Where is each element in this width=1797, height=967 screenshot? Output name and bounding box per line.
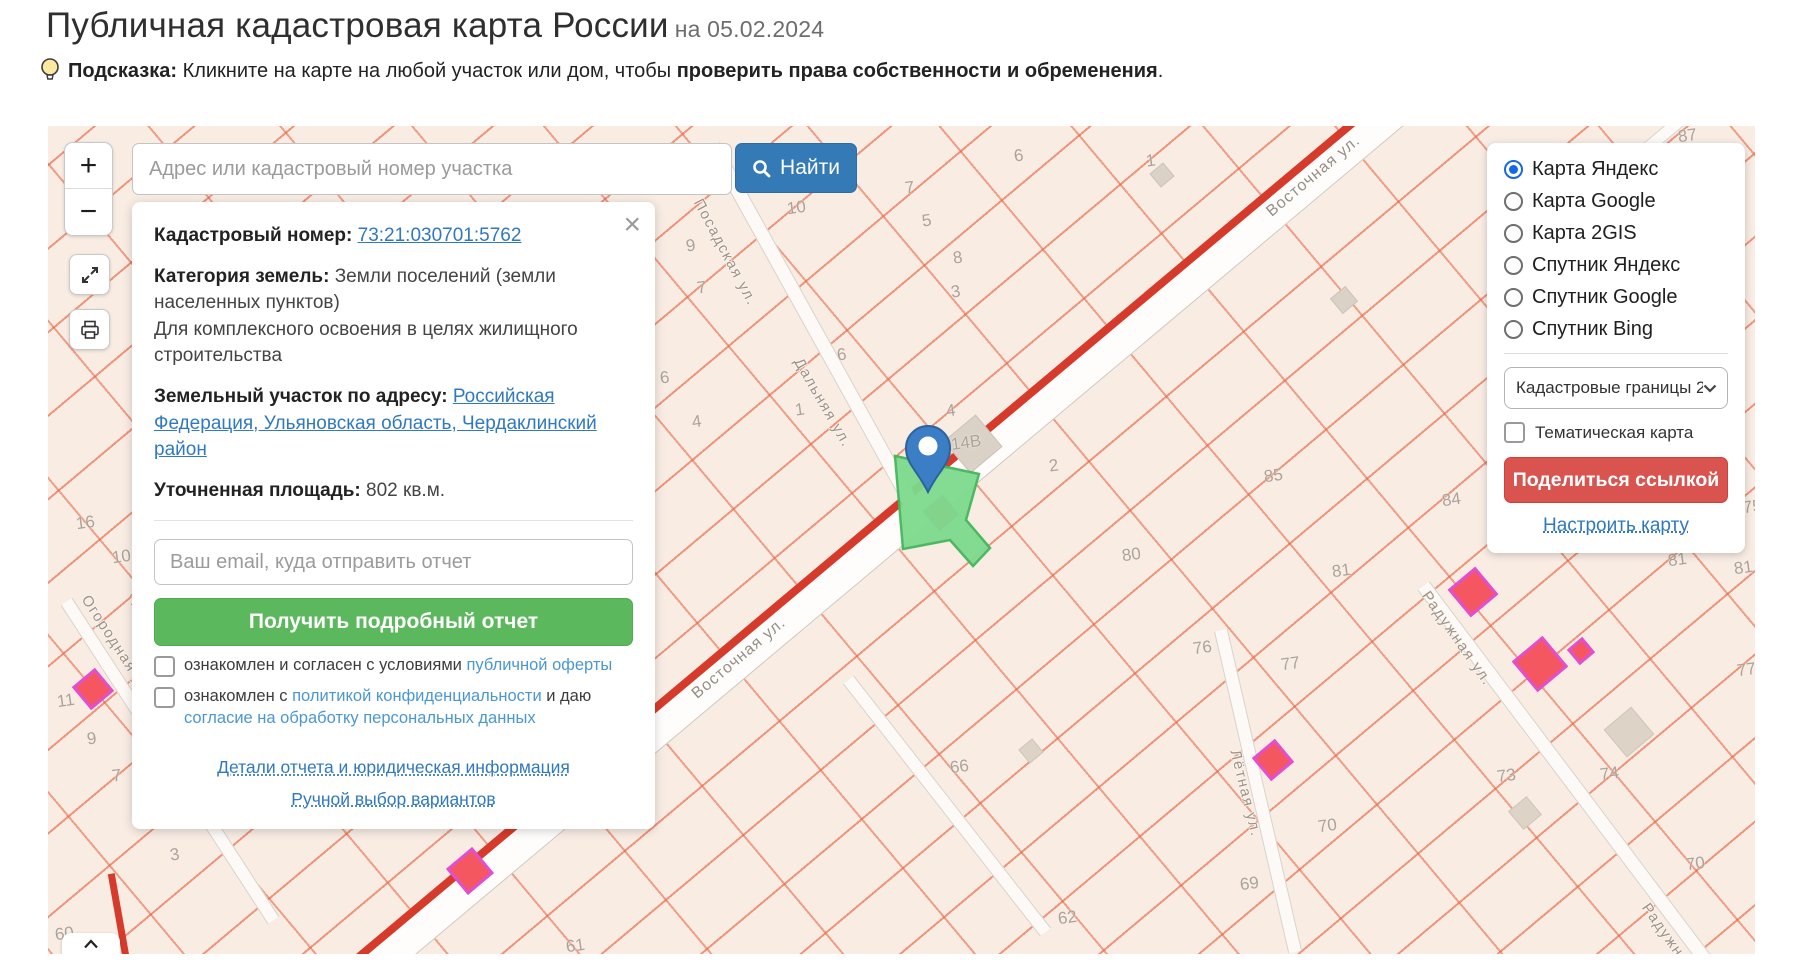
panel-footer: Настроить карту — [1504, 515, 1728, 537]
cadastral-number-row: Кадастровый номер: 73:21:030701:5762 — [154, 225, 522, 246]
manual-select-link[interactable]: Ручной выбор вариантов — [291, 787, 495, 812]
email-field[interactable] — [154, 539, 633, 586]
expand-icon — [81, 266, 98, 283]
basemap-option-спутник-bing[interactable]: Спутник Bing — [1504, 318, 1728, 341]
parcel-number: 80 — [1120, 543, 1143, 566]
hint-text: Подсказка: Кликните на карте на любой уч… — [68, 59, 1164, 82]
thematic-checkbox[interactable] — [1504, 422, 1525, 443]
address-row: Земельный участок по адресу: Российская … — [154, 385, 597, 461]
parcel-number: 16 — [74, 511, 97, 534]
privacy-consent-row: ознакомлен с политикой конфиденциальност… — [154, 686, 633, 729]
basemap-option-label: Карта Яндекс — [1532, 158, 1659, 180]
parcel-number: 11 — [55, 689, 76, 712]
public-offer-link[interactable]: публичной оферты — [466, 656, 612, 674]
divider — [154, 520, 633, 522]
bulb-icon — [41, 58, 59, 80]
boundaries-select[interactable]: Кадастровые границы 2024 — [1504, 367, 1728, 409]
basemap-option-карта-google[interactable]: Карта Google — [1504, 190, 1728, 213]
radio-icon[interactable] — [1504, 320, 1523, 339]
chevron-down-icon — [1703, 384, 1717, 393]
basemap-options: Карта Яндекс Карта Google Карта 2GIS Спутни… — [1504, 158, 1728, 341]
collapse-button[interactable] — [62, 933, 120, 954]
get-report-button[interactable]: Получить подробный отчет — [154, 598, 633, 647]
page-date: на 05.02.2024 — [674, 16, 825, 42]
basemap-option-label: Спутник Google — [1532, 286, 1678, 308]
parcel-number: 77 — [1279, 652, 1302, 675]
layers-panel: Карта Яндекс Карта Google Карта 2GIS Спутни… — [1487, 143, 1745, 553]
parcel-number: 69 — [1238, 872, 1261, 895]
parcel-number: 74 — [1598, 762, 1621, 785]
parcel-number: 14В — [949, 430, 983, 455]
radio-icon[interactable] — [1504, 224, 1523, 243]
area-row: Уточненная площадь: 802 кв.м. — [154, 479, 446, 501]
configure-map-link[interactable]: Настроить карту — [1543, 515, 1689, 536]
parcel-info-popup: × Кадастровый номер: 73:21:030701:5762 К… — [132, 202, 655, 830]
search-bar — [132, 143, 732, 195]
parcel-number: 62 — [1056, 906, 1079, 929]
basemap-option-label: Спутник Bing — [1532, 318, 1653, 340]
basemap-option-спутник-google[interactable]: Спутник Google — [1504, 286, 1728, 309]
parcel-number: 70 — [1316, 814, 1339, 837]
parcel-number: 81 — [1330, 559, 1353, 582]
parcel-number: 85 — [1262, 464, 1285, 487]
cadastral-number-link[interactable]: 73:21:030701:5762 — [358, 225, 522, 246]
zoom-controls: + − — [64, 142, 113, 236]
map-canvas[interactable]: Восточная ул. Восточная ул. Посадская ул. Д… — [48, 126, 1755, 954]
print-button[interactable] — [69, 309, 110, 350]
radio-icon[interactable] — [1504, 288, 1523, 307]
parcel-number: 76 — [1191, 636, 1214, 659]
page-title: Публичная кадастровая карта России на 05.… — [46, 6, 825, 45]
radio-icon[interactable] — [1504, 256, 1523, 275]
parcel-number: 70 — [1684, 852, 1707, 875]
popup-footer-links: Детали отчета и юридическая информация Р… — [154, 755, 633, 811]
share-link-button[interactable]: Поделиться ссылкой — [1504, 457, 1728, 503]
hint-line: Подсказка: Кликните на карте на любой уч… — [40, 58, 1163, 84]
search-icon — [753, 159, 771, 177]
search-button[interactable]: Найти — [735, 143, 857, 193]
offer-consent-row: ознакомлен и согласен с условиями публич… — [154, 655, 633, 678]
privacy-policy-link[interactable]: политикой конфиденциальности — [292, 687, 542, 705]
basemap-option-label: Карта 2GIS — [1532, 222, 1637, 244]
basemap-option-спутник-яндекс[interactable]: Спутник Яндекс — [1504, 254, 1728, 277]
radio-icon[interactable] — [1504, 160, 1523, 179]
thematic-map-row[interactable]: Тематическая карта — [1504, 422, 1728, 443]
basemap-option-карта-2gis[interactable]: Карта 2GIS — [1504, 222, 1728, 245]
parcel-number: 84 — [1440, 488, 1463, 511]
personal-data-link[interactable]: согласие на обработку персональных данны… — [184, 709, 536, 727]
parcel-number: 10 — [110, 545, 133, 568]
parcel-number: 73 — [1495, 764, 1518, 787]
basemap-option-label: Спутник Яндекс — [1532, 254, 1681, 276]
radio-icon[interactable] — [1504, 192, 1523, 211]
basemap-option-карта-яндекс[interactable]: Карта Яндекс — [1504, 158, 1728, 181]
basemap-option-label: Карта Google — [1532, 190, 1656, 212]
parcel-number: 77 — [1735, 658, 1755, 681]
parcel-number: 81 — [1732, 556, 1755, 579]
close-icon[interactable]: × — [623, 210, 641, 240]
printer-icon — [80, 320, 99, 339]
search-input[interactable] — [133, 144, 731, 194]
offer-checkbox[interactable] — [154, 656, 175, 678]
parcel-number: 10 — [785, 196, 808, 219]
chevron-up-icon — [84, 939, 98, 949]
parcel-number: 66 — [948, 755, 971, 778]
report-details-link[interactable]: Детали отчета и юридическая информация — [217, 757, 570, 777]
parcel-number: 61 — [564, 934, 587, 954]
header: Публичная кадастровая карта России на 05.… — [46, 6, 1746, 46]
fullscreen-button[interactable] — [69, 254, 110, 295]
zoom-in-button[interactable]: + — [65, 143, 112, 189]
privacy-checkbox[interactable] — [154, 687, 175, 709]
zoom-out-button[interactable]: − — [65, 189, 112, 235]
panel-divider — [1504, 353, 1728, 354]
land-category-row: Категория земель: Земли поселений (земли… — [154, 265, 578, 367]
